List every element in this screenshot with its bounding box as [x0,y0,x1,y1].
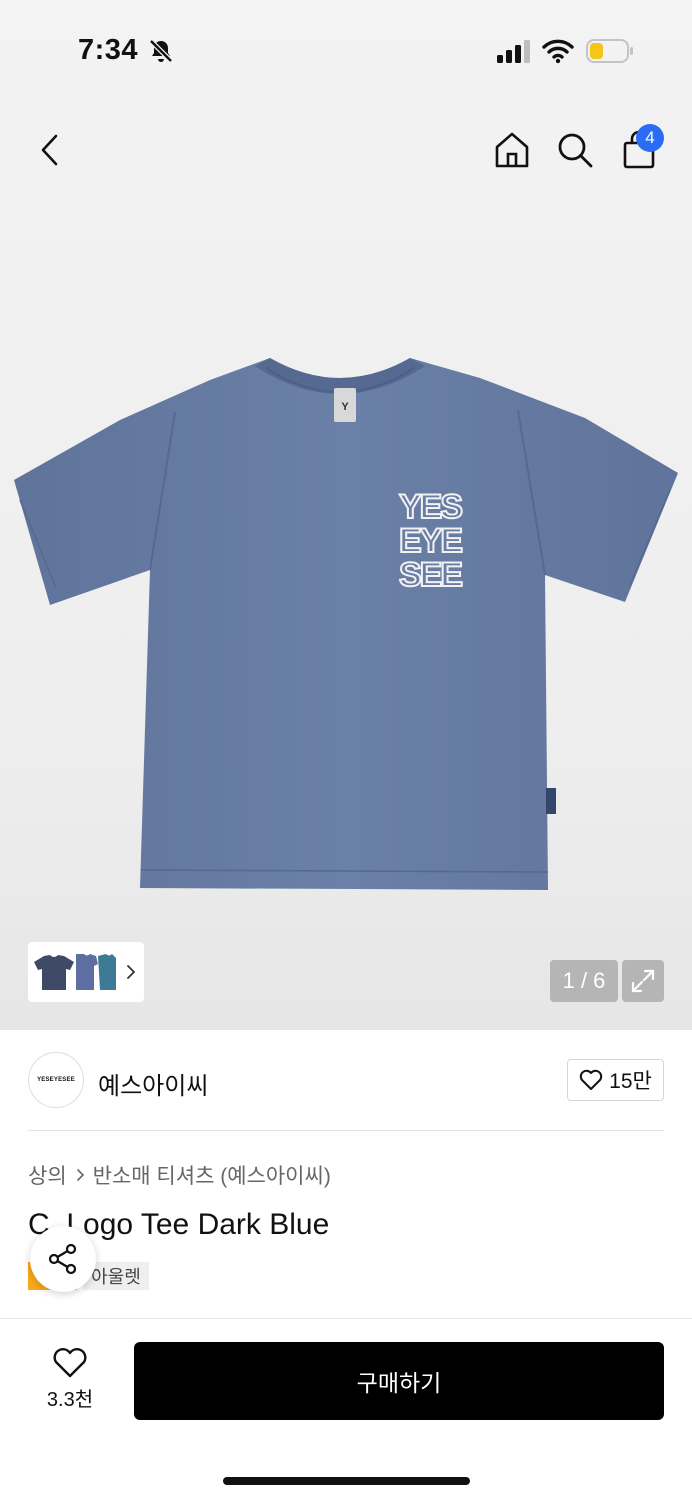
chevron-right-icon [76,1169,84,1181]
chevron-right-icon [127,965,136,979]
battery-low-icon [586,39,633,63]
search-icon [558,133,593,168]
wishlist-button[interactable]: 3.3천 [30,1347,110,1417]
heart-icon [579,1069,603,1090]
product-hero: 7:34 4 Y YES EYE SEE 1 / 6 [0,0,692,1030]
buy-button[interactable]: 구매하기 [134,1342,664,1420]
bottom-action-bar: 3.3천 구매하기 [0,1318,692,1500]
neck-label-text: Y [341,401,349,413]
expand-arrows-icon [631,969,655,993]
brand-logo-text: YESEYESEE [37,1077,75,1083]
status-time: 7:34 [78,34,139,66]
breadcrumb-item[interactable]: 반소매 티셔츠 (예스아이씨) [93,1160,331,1190]
breadcrumb-item[interactable]: 상의 [28,1160,67,1190]
share-button[interactable] [30,1226,96,1292]
print-line-1: YES [399,488,462,526]
home-button[interactable] [490,128,534,172]
print-line-3: SEE [399,556,462,594]
wishlist-count: 3.3천 [46,1389,94,1411]
cart-count-badge: 4 [636,124,664,152]
share-icon [48,1243,77,1275]
status-bar: 7:34 [0,0,692,100]
bell-slash-icon [149,39,173,63]
wifi-icon [542,39,574,64]
home-indicator [223,1477,470,1485]
expand-image-button[interactable] [622,960,664,1002]
print-line-2: EYE [399,522,462,560]
divider [28,1130,664,1131]
brand-name[interactable]: 예스아이씨 [98,1066,208,1101]
search-button[interactable] [553,128,597,172]
brand-like-count: 15만 [609,1070,652,1093]
heart-icon [53,1348,87,1378]
cellular-signal-icon [497,40,530,63]
home-icon [495,132,529,168]
brand-like-button[interactable]: 15만 [567,1059,664,1101]
color-thumbnail-strip[interactable] [28,942,144,1002]
back-button[interactable] [28,128,72,172]
breadcrumb: 상의 반소매 티셔츠 (예스아이씨) [28,1160,331,1190]
back-chevron-icon [41,134,58,166]
chest-print: YES EYE SEE [398,487,465,595]
brand-logo[interactable]: YESEYESEE [28,1052,84,1108]
tshirt-body [14,358,678,890]
image-page-counter: 1 / 6 [550,960,618,1002]
product-image[interactable]: Y YES EYE SEE [0,340,692,910]
color-thumbnails [34,954,116,990]
